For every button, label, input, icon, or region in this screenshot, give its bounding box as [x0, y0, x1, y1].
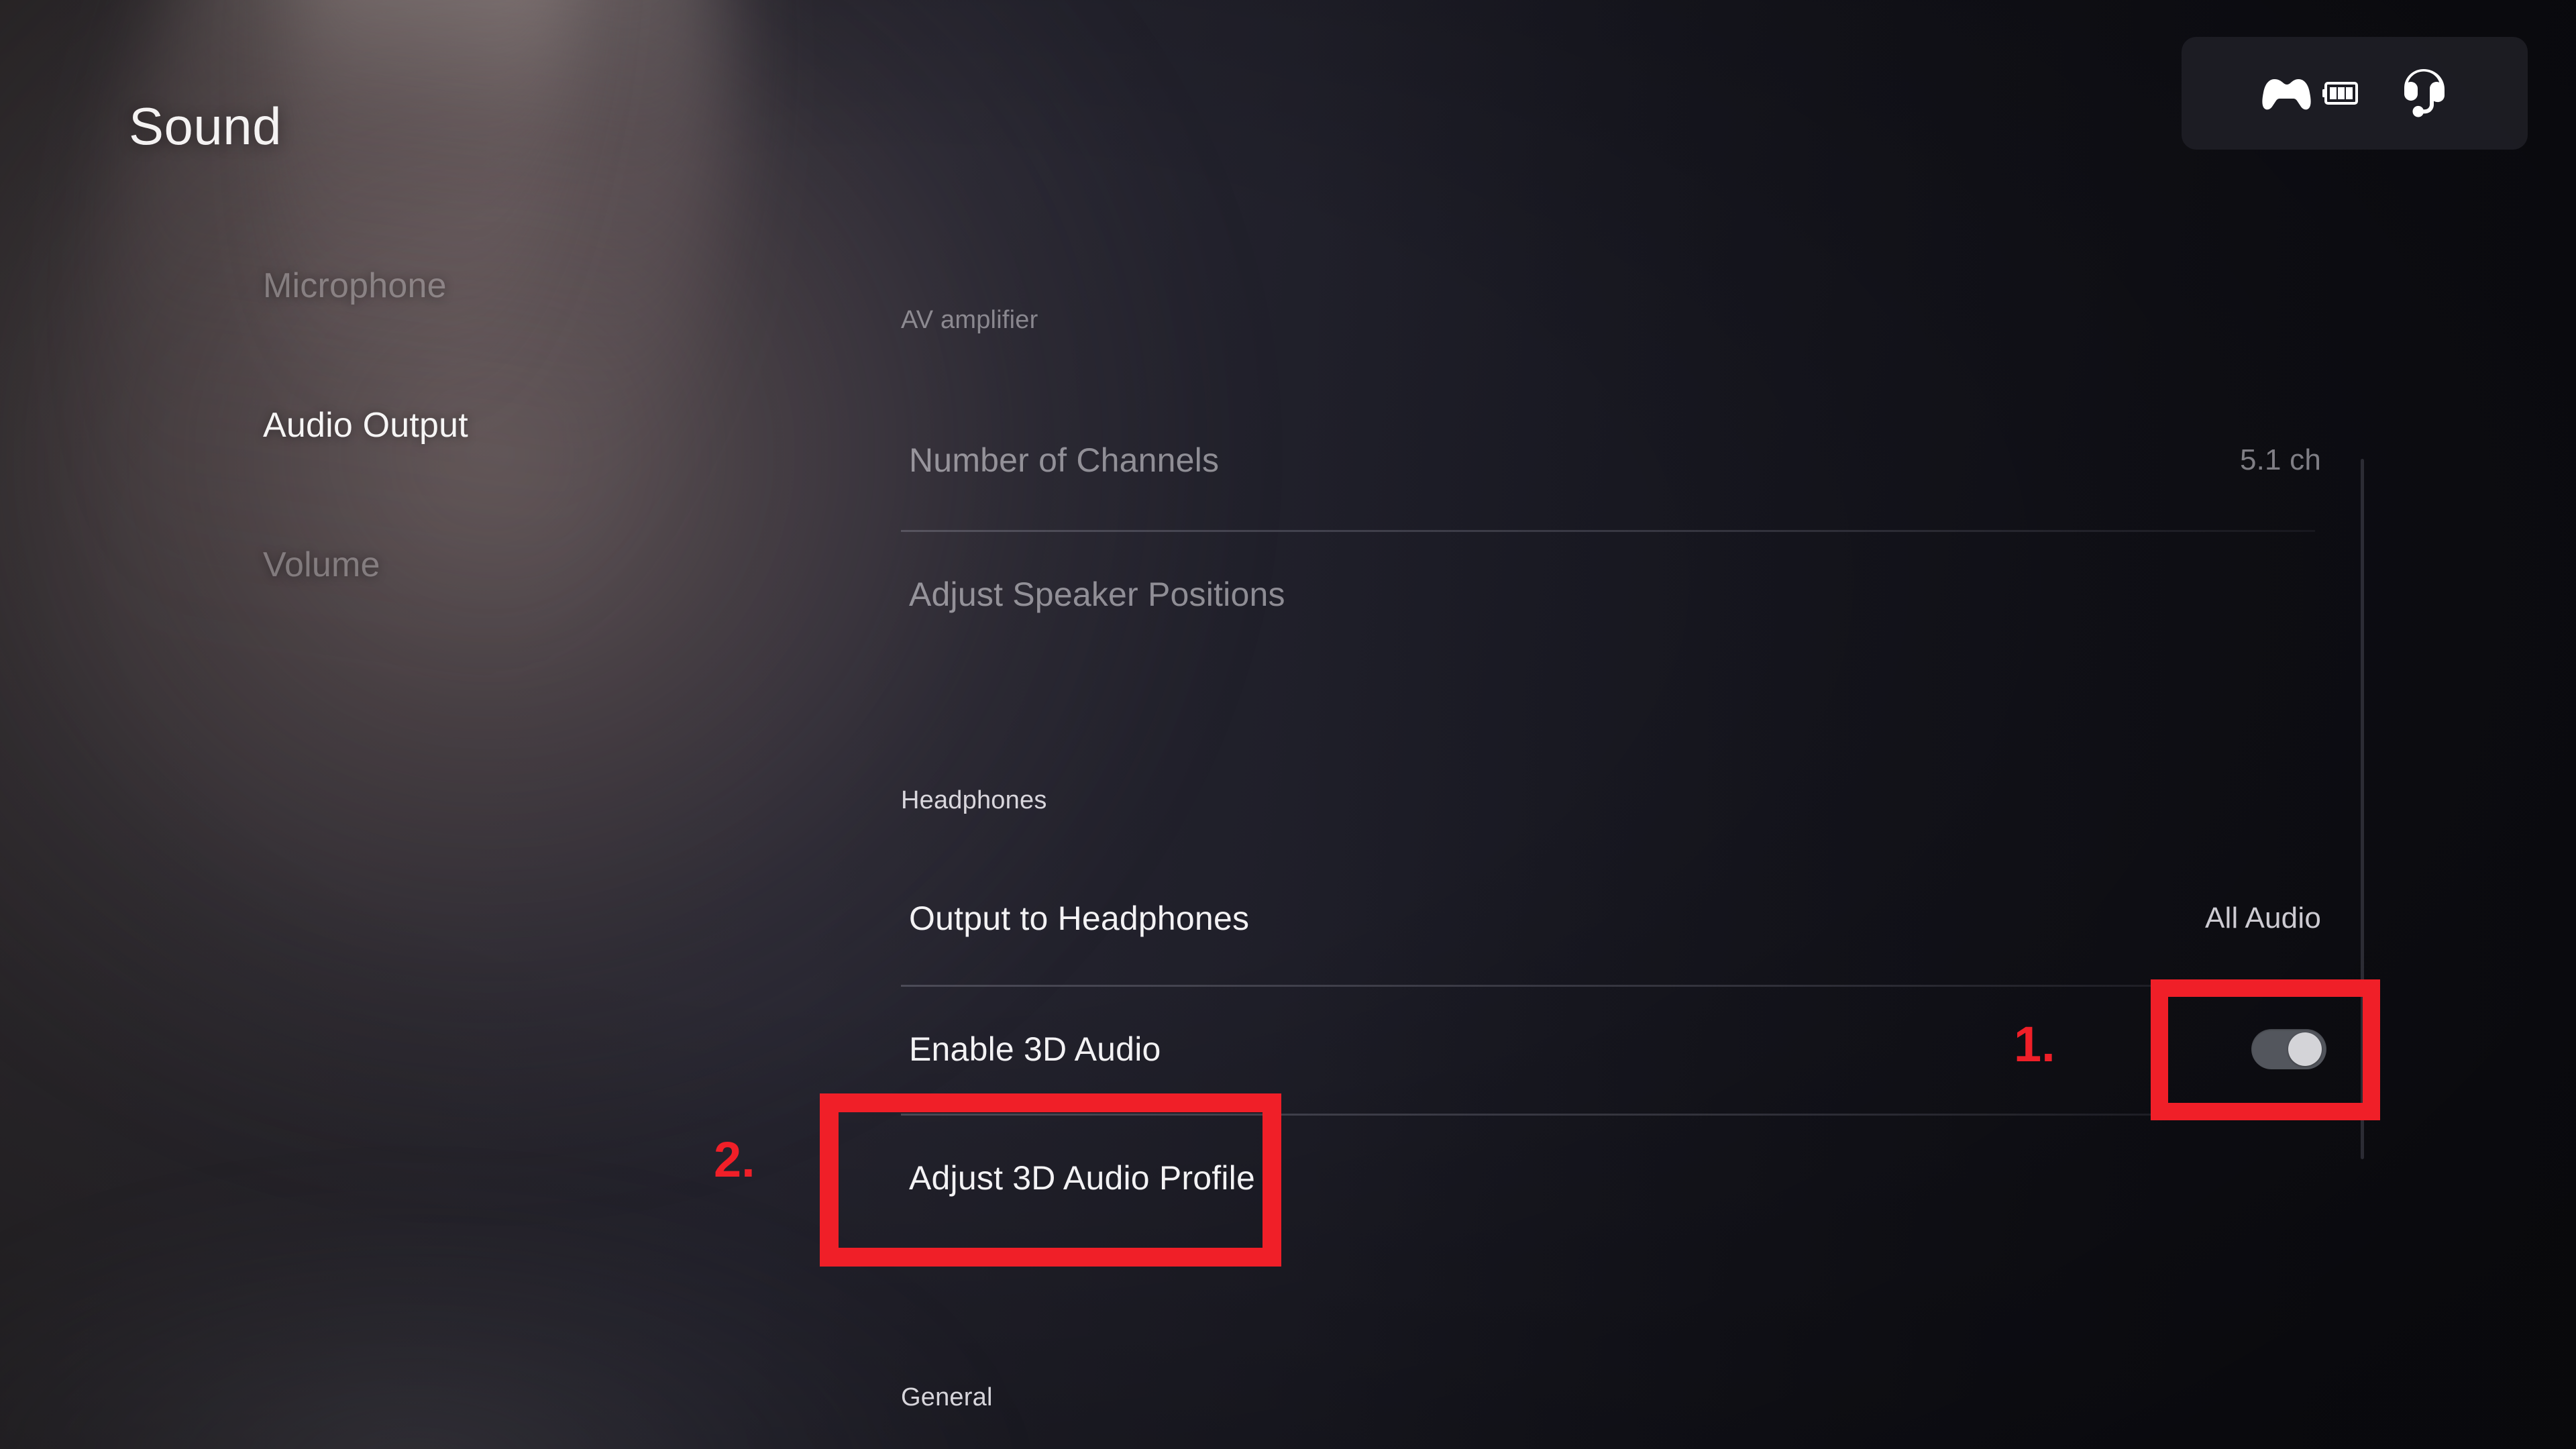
row-label-enable-3d-audio: Enable 3D Audio — [909, 1030, 1161, 1068]
row-adjust-speaker-positions[interactable]: Adjust Speaker Positions — [877, 553, 2367, 636]
section-heading-headphones: Headphones — [901, 786, 1047, 814]
section-heading-av-amplifier: AV amplifier — [901, 306, 1038, 334]
row-number-of-channels[interactable]: Number of Channels 5.1 ch — [877, 419, 2367, 502]
row-output-to-headphones[interactable]: Output to Headphones All Audio — [877, 877, 2367, 960]
row-separator — [901, 530, 2315, 532]
sidebar-item-microphone[interactable]: Microphone — [263, 268, 447, 303]
annotation-step-number-1: 1. — [2014, 1016, 2055, 1072]
sidebar-item-volume[interactable]: Volume — [263, 547, 380, 582]
row-value-number-of-channels: 5.1 ch — [2239, 443, 2321, 476]
row-label-output-to-headphones: Output to Headphones — [909, 900, 1250, 937]
row-separator — [901, 985, 2315, 987]
row-label-number-of-channels: Number of Channels — [909, 441, 1220, 479]
sidebar-item-audio-output[interactable]: Audio Output — [263, 408, 468, 443]
row-enable-3d-audio[interactable]: Enable 3D Audio — [877, 1008, 2367, 1091]
annotation-box-toggle — [2151, 979, 2380, 1120]
ps5-sound-settings-screen: Sound Microphone Audio Output Volume AV … — [0, 0, 2576, 1449]
row-value-output-to-headphones: All Audio — [2204, 902, 2321, 934]
page-title: Sound — [129, 97, 282, 156]
section-heading-general: General — [901, 1383, 993, 1411]
annotation-box-profile — [820, 1093, 1281, 1267]
headset-icon[interactable] — [2399, 66, 2449, 120]
row-label-adjust-speaker-positions: Adjust Speaker Positions — [909, 576, 1285, 613]
annotation-step-number-2: 2. — [714, 1132, 755, 1187]
